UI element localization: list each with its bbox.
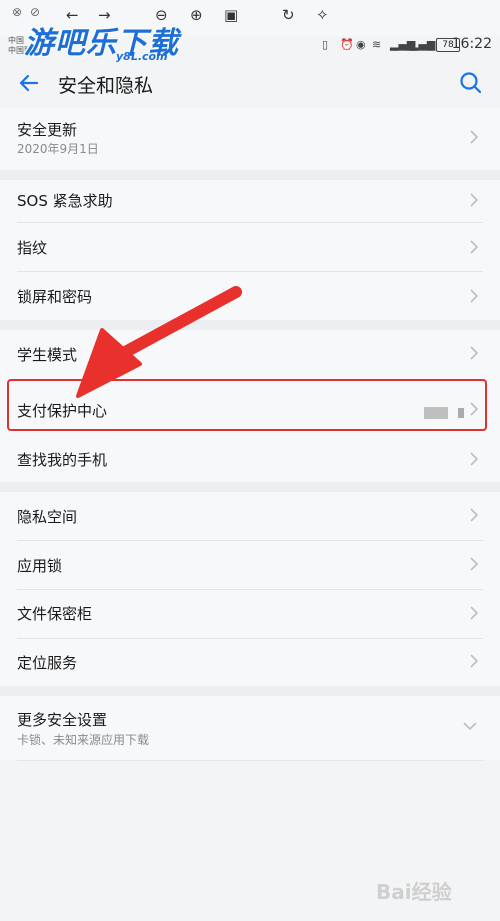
item-label: 指纹 <box>17 239 48 257</box>
list-item-private-space[interactable]: 隐私空间 <box>0 492 500 540</box>
status-time: 16:22 <box>451 36 492 52</box>
item-label: 文件保密柜 <box>17 605 93 623</box>
settings-group-updates: 安全更新 2020年9月1日 <box>0 108 500 170</box>
search-icon[interactable] <box>458 70 484 96</box>
magic-wand-icon[interactable]: ✧ <box>316 6 329 24</box>
list-item-sos[interactable]: SOS 紧急求助 <box>0 180 500 222</box>
item-label: 定位服务 <box>17 654 78 672</box>
stop-circle-icon[interactable]: ⊘ <box>28 5 42 19</box>
close-circle-icon[interactable]: ⊗ <box>10 5 24 19</box>
item-label: 更多安全设置 <box>17 711 108 729</box>
carrier-name: 中国 <box>8 36 24 45</box>
chevron-right-icon <box>470 130 479 144</box>
list-item-app-lock[interactable]: 应用锁 <box>0 541 500 589</box>
app-header: 安全和隐私 <box>0 58 500 108</box>
watermark-baidu: Bai经验 <box>376 880 452 904</box>
chevron-right-icon <box>470 240 479 254</box>
chevron-right-icon <box>470 289 479 303</box>
item-label: 学生模式 <box>17 346 78 364</box>
list-item-file-safe[interactable]: 文件保密柜 <box>0 590 500 638</box>
list-item-fingerprint[interactable]: 指纹 <box>0 223 500 271</box>
item-label: 隐私空间 <box>17 508 78 526</box>
zoom-in-icon[interactable]: ⊕ <box>190 6 203 24</box>
chevron-right-icon <box>470 346 479 360</box>
group-separator <box>0 686 500 696</box>
chevron-right-icon <box>470 557 479 571</box>
highlight-box <box>7 379 487 431</box>
chevron-right-icon <box>470 452 479 466</box>
vibrate-icon: ▯ <box>322 38 329 51</box>
settings-group-more: 更多安全设置 卡锁、未知来源应用下载 <box>0 696 500 760</box>
chevron-down-icon[interactable] <box>463 721 477 731</box>
page-title: 安全和隐私 <box>58 75 154 97</box>
alarm-icon: ⏰ <box>340 38 354 51</box>
chevron-right-icon <box>470 508 479 522</box>
rotate-icon[interactable]: ↻ <box>282 6 295 24</box>
item-label: 应用锁 <box>17 557 63 575</box>
list-item-location[interactable]: 定位服务 <box>0 639 500 686</box>
list-item-more-security[interactable]: 更多安全设置 卡锁、未知来源应用下载 <box>0 696 500 760</box>
item-label: 锁屏和密码 <box>17 288 93 306</box>
chevron-right-icon <box>470 193 479 207</box>
item-label: SOS 紧急求助 <box>17 192 113 210</box>
group-separator <box>0 320 500 330</box>
chevron-right-icon <box>470 654 479 668</box>
back-arrow-icon[interactable] <box>16 70 42 96</box>
list-item-student-mode[interactable]: 学生模式 <box>0 330 500 378</box>
group-separator <box>0 482 500 492</box>
list-item-security-update[interactable]: 安全更新 2020年9月1日 <box>0 108 500 170</box>
divider <box>17 760 483 761</box>
signal-4g-icon: ▂▄▆ <box>410 38 436 51</box>
item-label: 查找我的手机 <box>17 451 108 469</box>
list-item-find-my-phone[interactable]: 查找我的手机 <box>0 434 500 482</box>
group-separator <box>0 170 500 180</box>
item-label: 安全更新 <box>17 121 78 139</box>
fit-window-icon[interactable]: ▣ <box>224 6 238 24</box>
list-item-lockscreen[interactable]: 锁屏和密码 <box>0 272 500 320</box>
chevron-right-icon <box>470 606 479 620</box>
settings-group-privacy: 隐私空间 应用锁 文件保密柜 定位服务 <box>0 492 500 686</box>
item-sublabel: 卡锁、未知来源应用下载 <box>17 733 150 747</box>
item-sublabel: 2020年9月1日 <box>17 142 99 156</box>
eye-icon: ◉ <box>356 38 366 51</box>
wifi-icon: ≋ <box>372 38 382 51</box>
settings-group-security: SOS 紧急求助 指纹 锁屏和密码 <box>0 180 500 320</box>
